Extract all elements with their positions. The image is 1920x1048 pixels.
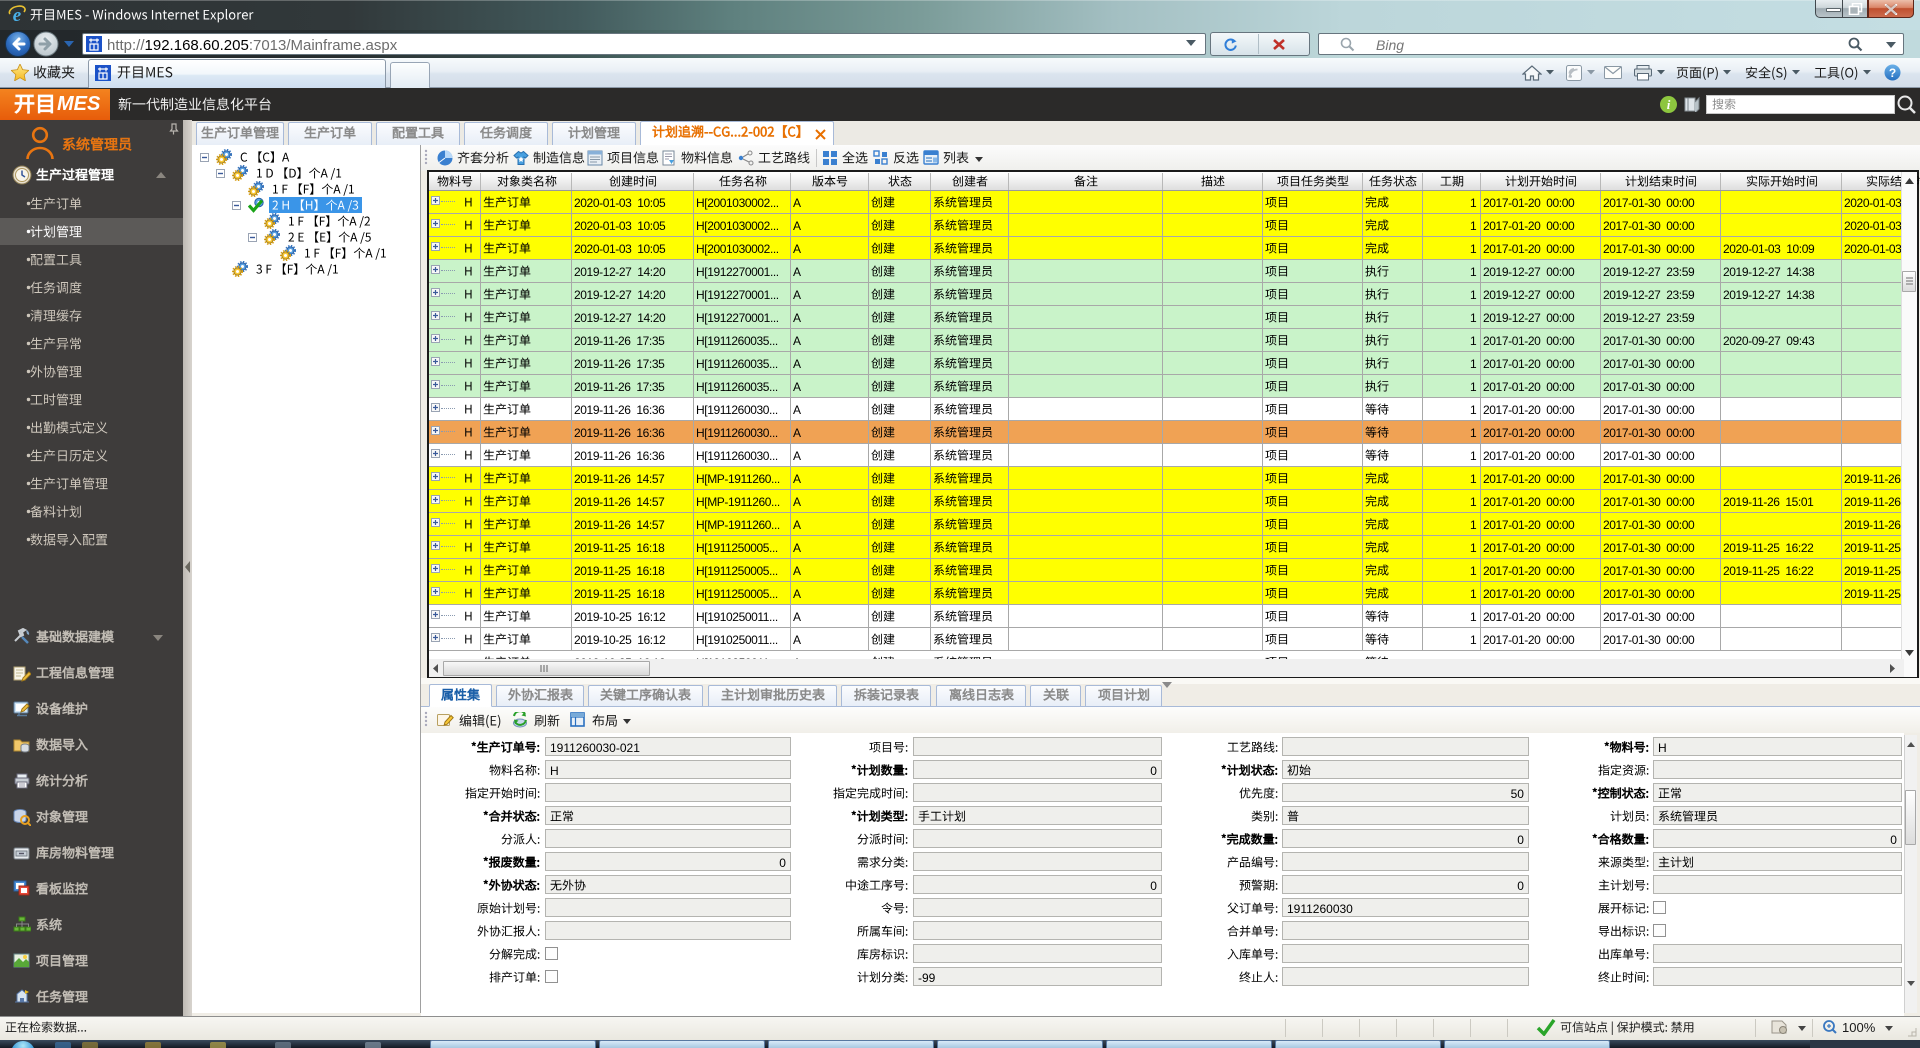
svg-text:i: i bbox=[1667, 97, 1671, 112]
svg-text:?: ? bbox=[1889, 66, 1896, 80]
